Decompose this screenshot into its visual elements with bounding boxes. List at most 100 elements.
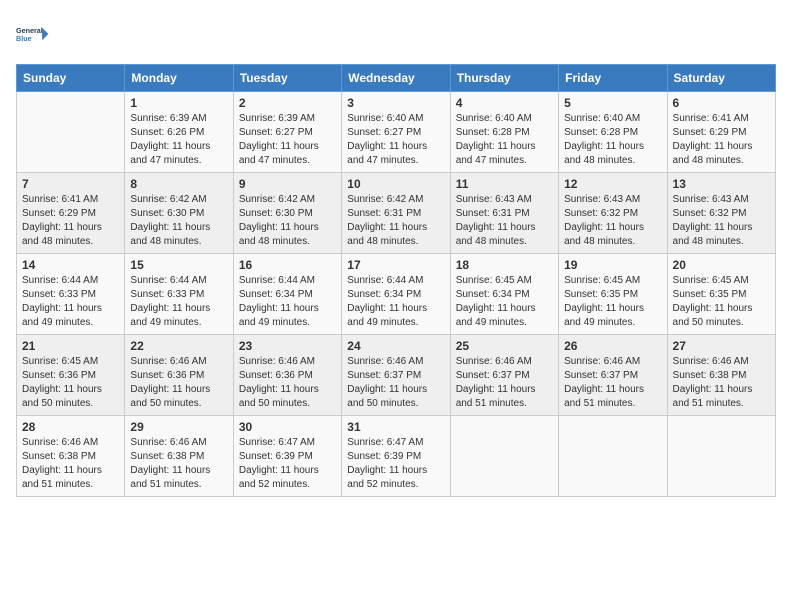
- cell-content: Sunrise: 6:45 AM Sunset: 6:36 PM Dayligh…: [22, 355, 119, 411]
- cell-content: Sunrise: 6:46 AM Sunset: 6:37 PM Dayligh…: [456, 355, 553, 411]
- calendar-cell: [667, 416, 775, 497]
- calendar-cell: 4 Sunrise: 6:40 AM Sunset: 6:28 PM Daylig…: [450, 92, 558, 173]
- svg-text:Blue: Blue: [16, 34, 32, 43]
- day-number: 10: [347, 177, 444, 191]
- header-day-monday: Monday: [125, 65, 233, 92]
- cell-content: Sunrise: 6:41 AM Sunset: 6:29 PM Dayligh…: [673, 112, 770, 168]
- day-number: 8: [130, 177, 227, 191]
- logo: GeneralBlue: [16, 16, 52, 52]
- cell-content: Sunrise: 6:42 AM Sunset: 6:31 PM Dayligh…: [347, 193, 444, 249]
- cell-content: Sunrise: 6:46 AM Sunset: 6:36 PM Dayligh…: [130, 355, 227, 411]
- day-number: 4: [456, 96, 553, 110]
- calendar-cell: 29 Sunrise: 6:46 AM Sunset: 6:38 PM Dayli…: [125, 416, 233, 497]
- day-number: 15: [130, 258, 227, 272]
- day-number: 30: [239, 420, 336, 434]
- day-number: 28: [22, 420, 119, 434]
- calendar-cell: 9Sunrise: 6:42 AM Sunset: 6:30 PM Daylig…: [233, 173, 341, 254]
- day-number: 23: [239, 339, 336, 353]
- cell-content: Sunrise: 6:40 AM Sunset: 6:28 PM Dayligh…: [456, 112, 553, 168]
- calendar-cell: 13 Sunrise: 6:43 AM Sunset: 6:32 PM Dayli…: [667, 173, 775, 254]
- cell-content: Sunrise: 6:44 AM Sunset: 6:33 PM Dayligh…: [130, 274, 227, 330]
- calendar-cell: 23 Sunrise: 6:46 AM Sunset: 6:36 PM Dayli…: [233, 335, 341, 416]
- day-number: 2: [239, 96, 336, 110]
- cell-content: Sunrise: 6:43 AM Sunset: 6:32 PM Dayligh…: [564, 193, 661, 249]
- calendar-table: SundayMondayTuesdayWednesdayThursdayFrid…: [16, 64, 776, 497]
- calendar-cell: 1 Sunrise: 6:39 AM Sunset: 6:26 PM Daylig…: [125, 92, 233, 173]
- day-number: 19: [564, 258, 661, 272]
- calendar-cell: 2Sunrise: 6:39 AM Sunset: 6:27 PM Daylig…: [233, 92, 341, 173]
- calendar-cell: 24 Sunrise: 6:46 AM Sunset: 6:37 PM Dayli…: [342, 335, 450, 416]
- calendar-cell: [559, 416, 667, 497]
- calendar-cell: 5Sunrise: 6:40 AM Sunset: 6:28 PM Daylig…: [559, 92, 667, 173]
- calendar-cell: 19 Sunrise: 6:45 AM Sunset: 6:35 PM Dayli…: [559, 254, 667, 335]
- cell-content: Sunrise: 6:44 AM Sunset: 6:34 PM Dayligh…: [347, 274, 444, 330]
- calendar-cell: 7Sunrise: 6:41 AM Sunset: 6:29 PM Daylig…: [17, 173, 125, 254]
- day-number: 21: [22, 339, 119, 353]
- cell-content: Sunrise: 6:45 AM Sunset: 6:35 PM Dayligh…: [673, 274, 770, 330]
- day-number: 25: [456, 339, 553, 353]
- day-number: 31: [347, 420, 444, 434]
- calendar-cell: 26Sunrise: 6:46 AM Sunset: 6:37 PM Dayli…: [559, 335, 667, 416]
- day-number: 24: [347, 339, 444, 353]
- svg-text:General: General: [16, 26, 43, 35]
- calendar-cell: 17Sunrise: 6:44 AM Sunset: 6:34 PM Dayli…: [342, 254, 450, 335]
- calendar-cell: 15 Sunrise: 6:44 AM Sunset: 6:33 PM Dayli…: [125, 254, 233, 335]
- day-number: 22: [130, 339, 227, 353]
- header-day-friday: Friday: [559, 65, 667, 92]
- cell-content: Sunrise: 6:40 AM Sunset: 6:27 PM Dayligh…: [347, 112, 444, 168]
- calendar-cell: 8 Sunrise: 6:42 AM Sunset: 6:30 PM Daylig…: [125, 173, 233, 254]
- day-number: 11: [456, 177, 553, 191]
- day-number: 7: [22, 177, 119, 191]
- cell-content: Sunrise: 6:46 AM Sunset: 6:37 PM Dayligh…: [347, 355, 444, 411]
- calendar-cell: 18 Sunrise: 6:45 AM Sunset: 6:34 PM Dayli…: [450, 254, 558, 335]
- day-number: 5: [564, 96, 661, 110]
- header-day-sunday: Sunday: [17, 65, 125, 92]
- day-number: 1: [130, 96, 227, 110]
- cell-content: Sunrise: 6:44 AM Sunset: 6:33 PM Dayligh…: [22, 274, 119, 330]
- calendar-header-row: SundayMondayTuesdayWednesdayThursdayFrid…: [17, 65, 776, 92]
- cell-content: Sunrise: 6:43 AM Sunset: 6:31 PM Dayligh…: [456, 193, 553, 249]
- cell-content: Sunrise: 6:46 AM Sunset: 6:38 PM Dayligh…: [22, 436, 119, 492]
- cell-content: Sunrise: 6:47 AM Sunset: 6:39 PM Dayligh…: [347, 436, 444, 492]
- header-day-saturday: Saturday: [667, 65, 775, 92]
- day-number: 27: [673, 339, 770, 353]
- day-number: 3: [347, 96, 444, 110]
- day-number: 16: [239, 258, 336, 272]
- cell-content: Sunrise: 6:43 AM Sunset: 6:32 PM Dayligh…: [673, 193, 770, 249]
- day-number: 20: [673, 258, 770, 272]
- cell-content: Sunrise: 6:42 AM Sunset: 6:30 PM Dayligh…: [130, 193, 227, 249]
- calendar-week-2: 7Sunrise: 6:41 AM Sunset: 6:29 PM Daylig…: [17, 173, 776, 254]
- day-number: 14: [22, 258, 119, 272]
- calendar-body: 1 Sunrise: 6:39 AM Sunset: 6:26 PM Daylig…: [17, 92, 776, 497]
- cell-content: Sunrise: 6:46 AM Sunset: 6:36 PM Dayligh…: [239, 355, 336, 411]
- calendar-cell: 27 Sunrise: 6:46 AM Sunset: 6:38 PM Dayli…: [667, 335, 775, 416]
- calendar-cell: 11 Sunrise: 6:43 AM Sunset: 6:31 PM Dayli…: [450, 173, 558, 254]
- header-day-tuesday: Tuesday: [233, 65, 341, 92]
- calendar-week-1: 1 Sunrise: 6:39 AM Sunset: 6:26 PM Daylig…: [17, 92, 776, 173]
- day-number: 6: [673, 96, 770, 110]
- calendar-cell: 14 Sunrise: 6:44 AM Sunset: 6:33 PM Dayli…: [17, 254, 125, 335]
- day-number: 12: [564, 177, 661, 191]
- calendar-week-3: 14 Sunrise: 6:44 AM Sunset: 6:33 PM Dayli…: [17, 254, 776, 335]
- calendar-cell: 3 Sunrise: 6:40 AM Sunset: 6:27 PM Daylig…: [342, 92, 450, 173]
- calendar-cell: 30Sunrise: 6:47 AM Sunset: 6:39 PM Dayli…: [233, 416, 341, 497]
- page-header: GeneralBlue: [16, 16, 776, 52]
- day-number: 13: [673, 177, 770, 191]
- calendar-cell: [17, 92, 125, 173]
- cell-content: Sunrise: 6:45 AM Sunset: 6:35 PM Dayligh…: [564, 274, 661, 330]
- calendar-cell: 25 Sunrise: 6:46 AM Sunset: 6:37 PM Dayli…: [450, 335, 558, 416]
- cell-content: Sunrise: 6:45 AM Sunset: 6:34 PM Dayligh…: [456, 274, 553, 330]
- calendar-cell: 12 Sunrise: 6:43 AM Sunset: 6:32 PM Dayli…: [559, 173, 667, 254]
- calendar-week-5: 28 Sunrise: 6:46 AM Sunset: 6:38 PM Dayli…: [17, 416, 776, 497]
- cell-content: Sunrise: 6:42 AM Sunset: 6:30 PM Dayligh…: [239, 193, 336, 249]
- day-number: 29: [130, 420, 227, 434]
- cell-content: Sunrise: 6:44 AM Sunset: 6:34 PM Dayligh…: [239, 274, 336, 330]
- calendar-cell: 10 Sunrise: 6:42 AM Sunset: 6:31 PM Dayli…: [342, 173, 450, 254]
- cell-content: Sunrise: 6:46 AM Sunset: 6:38 PM Dayligh…: [673, 355, 770, 411]
- cell-content: Sunrise: 6:39 AM Sunset: 6:26 PM Dayligh…: [130, 112, 227, 168]
- cell-content: Sunrise: 6:46 AM Sunset: 6:38 PM Dayligh…: [130, 436, 227, 492]
- calendar-cell: 6 Sunrise: 6:41 AM Sunset: 6:29 PM Daylig…: [667, 92, 775, 173]
- calendar-cell: 31 Sunrise: 6:47 AM Sunset: 6:39 PM Dayli…: [342, 416, 450, 497]
- calendar-cell: 28 Sunrise: 6:46 AM Sunset: 6:38 PM Dayli…: [17, 416, 125, 497]
- day-number: 18: [456, 258, 553, 272]
